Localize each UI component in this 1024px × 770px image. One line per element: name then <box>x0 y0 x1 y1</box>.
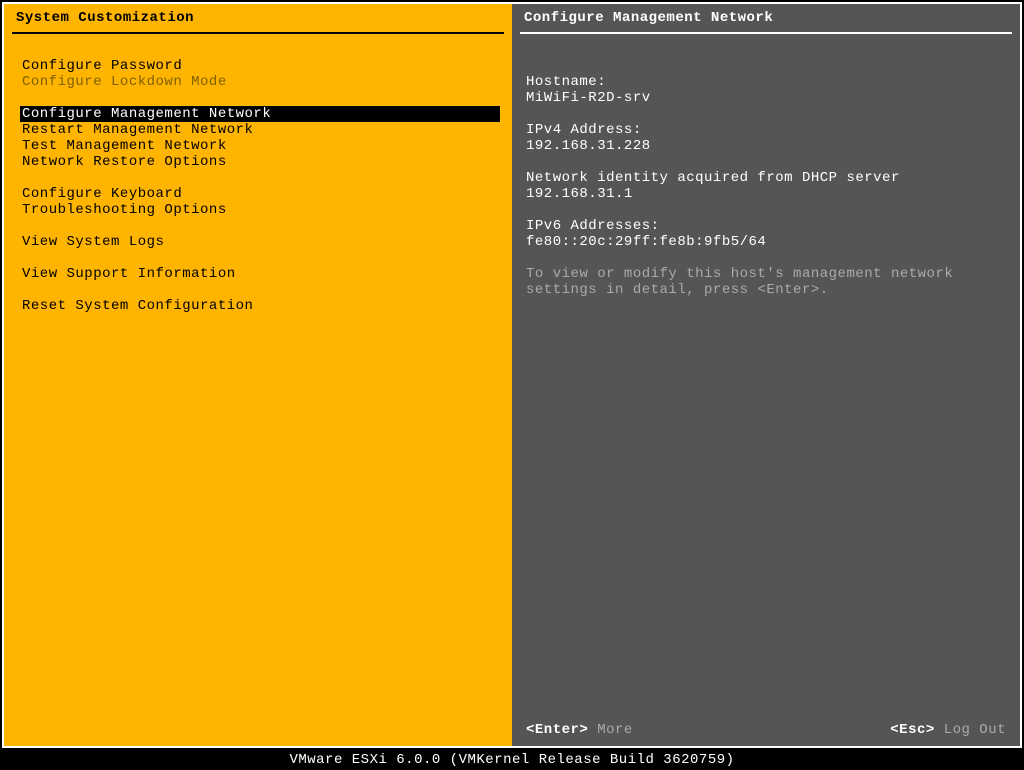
menu-configure-lockdown-mode: Configure Lockdown Mode <box>22 74 500 90</box>
main-window: System Customization Configure Password … <box>2 2 1022 748</box>
right-footer: <Enter> More <Esc> Log Out <box>512 718 1020 746</box>
esc-action-label: Log Out <box>944 722 1006 738</box>
menu-view-support-information[interactable]: View Support Information <box>22 266 500 282</box>
menu-troubleshooting-options[interactable]: Troubleshooting Options <box>22 202 500 218</box>
menu-reset-system-configuration[interactable]: Reset System Configuration <box>22 298 500 314</box>
left-pane: System Customization Configure Password … <box>4 4 512 746</box>
menu-spacer <box>22 282 500 298</box>
menu-spacer <box>22 90 500 106</box>
footer-enter[interactable]: <Enter> More <box>526 722 633 738</box>
menu-configure-keyboard[interactable]: Configure Keyboard <box>22 186 500 202</box>
menu-test-management-network[interactable]: Test Management Network <box>22 138 500 154</box>
ipv4-value: 192.168.31.228 <box>526 138 651 154</box>
bottom-status-bar: VMware ESXi 6.0.0 (VMKernel Release Buil… <box>0 750 1024 769</box>
menu-configure-management-network[interactable]: Configure Management Network <box>20 106 500 122</box>
enter-key-label: <Enter> <box>526 722 588 738</box>
menu-configure-password[interactable]: Configure Password <box>22 58 500 74</box>
menu-view-system-logs[interactable]: View System Logs <box>22 234 500 250</box>
menu-spacer <box>22 218 500 234</box>
left-pane-title: System Customization <box>4 4 512 32</box>
menu-restart-management-network[interactable]: Restart Management Network <box>22 122 500 138</box>
menu-list: Configure Password Configure Lockdown Mo… <box>4 34 512 746</box>
right-pane: Configure Management Network Hostname: M… <box>512 4 1020 746</box>
ipv4-label: IPv4 Address: <box>526 122 642 138</box>
hostname-label: Hostname: <box>526 74 606 90</box>
menu-spacer <box>22 170 500 186</box>
menu-spacer <box>22 250 500 266</box>
ipv6-value: fe80::20c:29ff:fe8b:9fb5/64 <box>526 234 766 250</box>
enter-action-label: More <box>597 722 633 738</box>
right-pane-title: Configure Management Network <box>512 4 1020 32</box>
hostname-value: MiWiFi-R2D-srv <box>526 90 651 106</box>
ipv6-label: IPv6 Addresses: <box>526 218 660 234</box>
dhcp-line: Network identity acquired from DHCP serv… <box>526 170 909 202</box>
esc-key-label: <Esc> <box>890 722 935 738</box>
detail-panel: Hostname: MiWiFi-R2D-srv IPv4 Address: 1… <box>512 34 1020 718</box>
help-text: To view or modify this host's management… <box>526 266 962 298</box>
footer-esc[interactable]: <Esc> Log Out <box>890 722 1006 738</box>
menu-network-restore-options[interactable]: Network Restore Options <box>22 154 500 170</box>
